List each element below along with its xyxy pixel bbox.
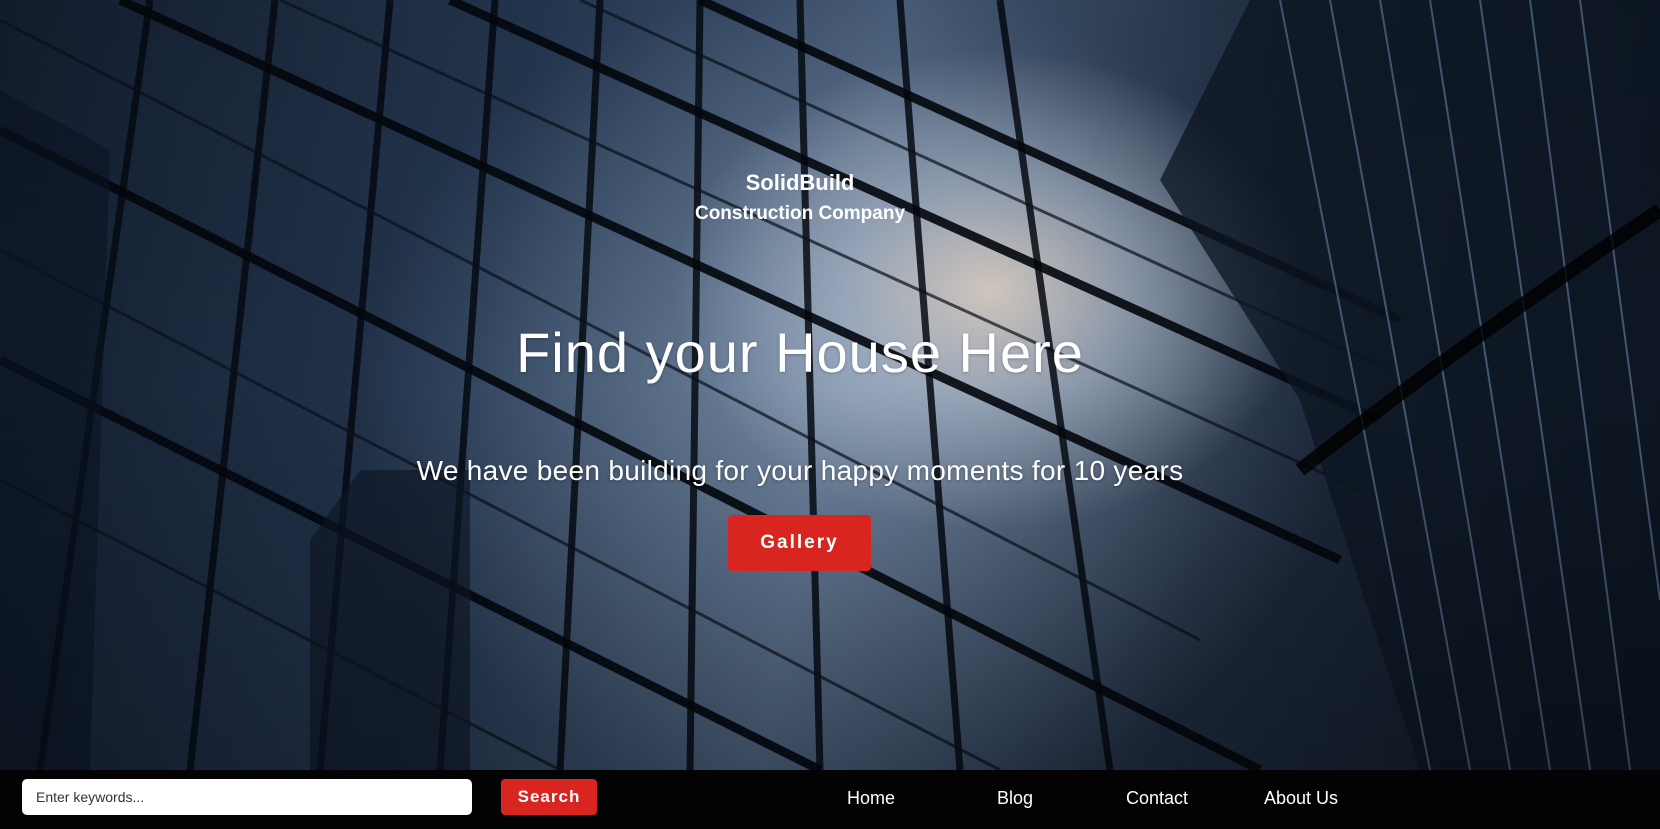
search-button[interactable]: Search: [501, 779, 597, 815]
gallery-button[interactable]: Gallery: [728, 515, 871, 571]
search-input[interactable]: [22, 779, 472, 815]
hero-overlay: [0, 0, 1660, 770]
hero-section: SolidBuild Construction Company Find you…: [0, 0, 1660, 770]
nav-item-blog[interactable]: Blog: [997, 788, 1033, 809]
nav-item-contact[interactable]: Contact: [1126, 788, 1188, 809]
nav-item-about-us[interactable]: About Us: [1264, 788, 1338, 809]
brand-subtitle: Construction Company: [694, 203, 906, 224]
nav-item-home[interactable]: Home: [847, 788, 895, 809]
hero-tagline: We have been building for your happy mom…: [416, 455, 1184, 486]
hero-headline: Find your House Here: [516, 321, 1084, 384]
bottom-navigation-bar: Search Home Blog Contact About Us: [0, 770, 1660, 829]
brand-name: SolidBuild: [745, 170, 855, 195]
